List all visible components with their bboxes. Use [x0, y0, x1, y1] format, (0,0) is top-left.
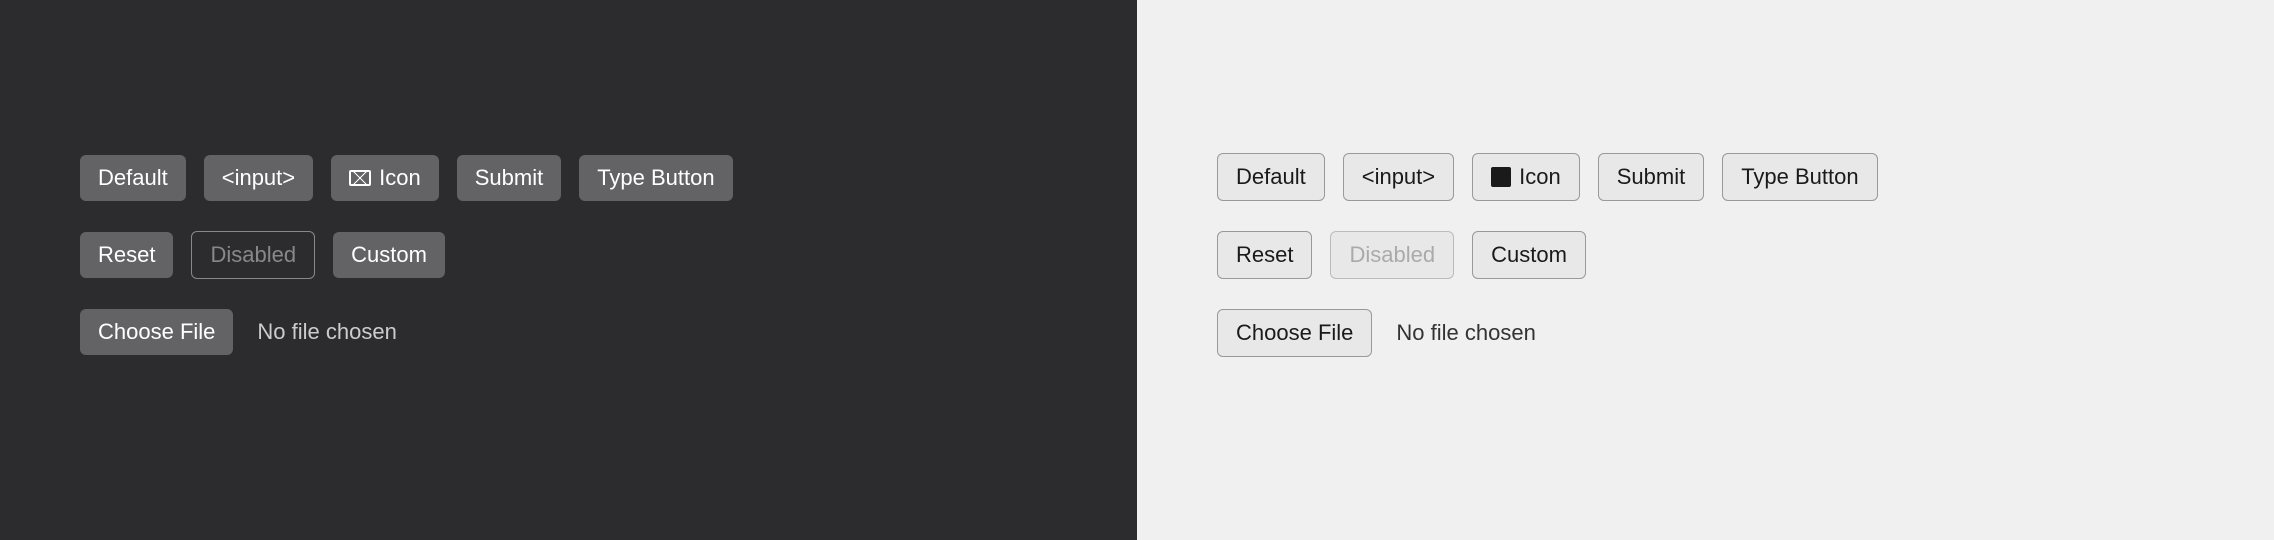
- light-type-label: Type Button: [1741, 164, 1858, 190]
- dark-reset-button[interactable]: Reset: [80, 232, 173, 278]
- light-submit-button[interactable]: Submit: [1598, 153, 1704, 201]
- light-panel: Default <input> Icon Submit Type Button …: [1137, 0, 2274, 540]
- dark-input-label: <input>: [222, 165, 295, 191]
- light-reset-label: Reset: [1236, 242, 1293, 268]
- light-row-1: Default <input> Icon Submit Type Button: [1217, 153, 2194, 201]
- dark-reset-label: Reset: [98, 242, 155, 268]
- light-disabled-label: Disabled: [1349, 242, 1435, 268]
- dark-row-2: Reset Disabled Custom: [80, 231, 1057, 279]
- light-choose-file-button[interactable]: Choose File: [1217, 309, 1372, 357]
- dark-panel: Default <input> Icon Submit Type Button …: [0, 0, 1137, 540]
- dark-type-label: Type Button: [597, 165, 714, 191]
- dark-choose-file-label: Choose File: [98, 319, 215, 344]
- light-type-button[interactable]: Type Button: [1722, 153, 1877, 201]
- dark-submit-label: Submit: [475, 165, 543, 191]
- dark-input-button[interactable]: <input>: [204, 155, 313, 201]
- envelope-icon: [349, 170, 371, 186]
- dark-custom-button[interactable]: Custom: [333, 232, 445, 278]
- light-input-label: <input>: [1362, 164, 1435, 190]
- dark-type-button[interactable]: Type Button: [579, 155, 732, 201]
- light-no-file-text: No file chosen: [1396, 320, 1535, 346]
- light-submit-label: Submit: [1617, 164, 1685, 190]
- dark-disabled-button: Disabled: [191, 231, 315, 279]
- dark-icon-button[interactable]: Icon: [331, 155, 439, 201]
- square-icon: [1491, 167, 1511, 187]
- dark-icon-label: Icon: [379, 165, 421, 191]
- light-custom-button[interactable]: Custom: [1472, 231, 1586, 279]
- dark-disabled-label: Disabled: [210, 242, 296, 268]
- dark-custom-label: Custom: [351, 242, 427, 268]
- light-custom-label: Custom: [1491, 242, 1567, 268]
- light-default-label: Default: [1236, 164, 1306, 190]
- light-reset-button[interactable]: Reset: [1217, 231, 1312, 279]
- dark-row-1: Default <input> Icon Submit Type Button: [80, 155, 1057, 201]
- light-row-2: Reset Disabled Custom: [1217, 231, 2194, 279]
- light-default-button[interactable]: Default: [1217, 153, 1325, 201]
- dark-no-file-text: No file chosen: [257, 319, 396, 345]
- light-input-button[interactable]: <input>: [1343, 153, 1454, 201]
- light-choose-file-label: Choose File: [1236, 320, 1353, 345]
- light-icon-label: Icon: [1519, 164, 1561, 190]
- light-disabled-button: Disabled: [1330, 231, 1454, 279]
- dark-choose-file-button[interactable]: Choose File: [80, 309, 233, 355]
- dark-default-button[interactable]: Default: [80, 155, 186, 201]
- light-row-3: Choose File No file chosen: [1217, 309, 2194, 357]
- dark-row-3: Choose File No file chosen: [80, 309, 1057, 355]
- light-icon-button[interactable]: Icon: [1472, 153, 1580, 201]
- dark-default-label: Default: [98, 165, 168, 191]
- dark-submit-button[interactable]: Submit: [457, 155, 561, 201]
